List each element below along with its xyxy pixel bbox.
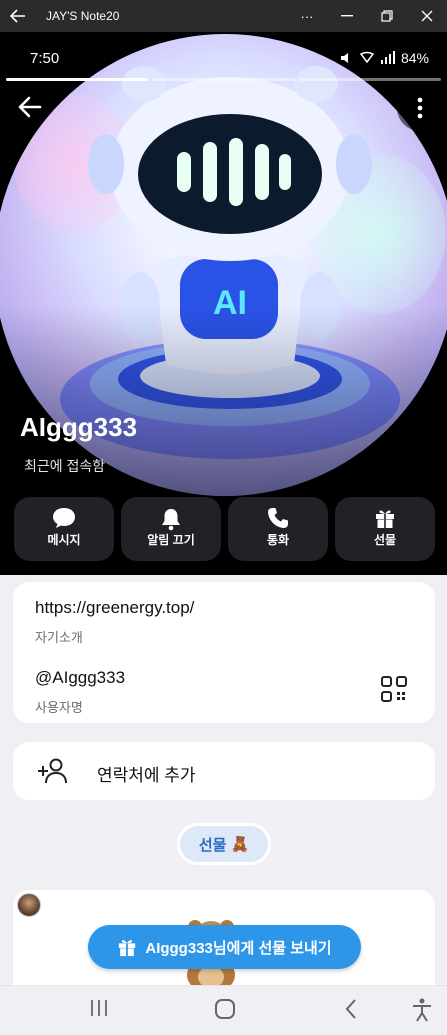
- window-restore-button[interactable]: [367, 0, 407, 32]
- window-minimize-button[interactable]: [327, 0, 367, 32]
- phone-icon: [268, 508, 288, 528]
- phone-status-bar: 7:50 84%: [0, 46, 447, 70]
- window-close-button[interactable]: [407, 0, 447, 32]
- battery-indicator: 84%: [339, 50, 429, 66]
- gift-icon: [119, 940, 136, 957]
- window-title: JAY'S Note20: [46, 9, 120, 23]
- bio-value[interactable]: https://greenergy.top/: [35, 598, 194, 618]
- chat-icon: [53, 508, 75, 528]
- back-arrow-icon: [18, 96, 42, 118]
- send-gift-label: AIggg333님에게 선물 보내기: [145, 939, 332, 957]
- signal-icons: [341, 51, 396, 64]
- gift-button[interactable]: 선물: [335, 497, 435, 561]
- back-arrow-icon: [10, 9, 25, 23]
- call-label: 통화: [266, 533, 290, 547]
- sender-avatar: [17, 893, 41, 917]
- gift-icon: [376, 510, 394, 528]
- teddy-bear-icon: 🧸: [230, 836, 250, 853]
- profile-header: AI 7:50 84% AIggg333 최근에 접속함 메시지 알림 끄기 통…: [0, 32, 447, 575]
- window-back-button[interactable]: [0, 0, 36, 32]
- mute-button[interactable]: 알림 끄기: [121, 497, 221, 561]
- profile-name: AIggg333: [20, 412, 138, 442]
- mute-label: 알림 끄기: [147, 533, 195, 547]
- battery-percent: 84%: [400, 50, 429, 66]
- gifts-section-label: 선물: [198, 836, 227, 854]
- profile-info-card: https://greenergy.top/ 자기소개 @AIggg333 사용…: [13, 582, 435, 723]
- add-contact-button[interactable]: 연락처에 추가: [13, 742, 435, 800]
- gifts-section-tag: 선물 🧸: [177, 823, 271, 865]
- call-button[interactable]: 통화: [228, 497, 328, 561]
- add-contact-label: 연락처에 추가: [97, 766, 196, 785]
- more-options-button[interactable]: [397, 85, 443, 131]
- profile-actions: 메시지 알림 끄기 통화 선물: [0, 497, 447, 561]
- message-label: 메시지: [47, 533, 81, 547]
- back-button[interactable]: [18, 94, 48, 124]
- story-segment: [152, 78, 295, 81]
- android-nav-bar: [0, 985, 447, 1035]
- last-seen-status: 최근에 접속함: [24, 458, 106, 474]
- send-gift-button[interactable]: AIggg333님에게 선물 보내기: [88, 925, 361, 969]
- nav-back-icon[interactable]: [344, 998, 358, 1020]
- restore-icon: [381, 10, 393, 22]
- window-more-button[interactable]: ···: [287, 0, 327, 32]
- story-progress: [6, 78, 441, 81]
- story-segment: [298, 78, 441, 81]
- qr-code-icon[interactable]: [381, 676, 407, 702]
- close-icon: [421, 10, 433, 22]
- recents-icon[interactable]: [88, 998, 110, 1018]
- bell-icon: [162, 509, 180, 531]
- username-value[interactable]: @AIggg333: [35, 668, 125, 688]
- bio-label: 자기소개: [35, 630, 83, 645]
- story-segment: [6, 78, 149, 81]
- window-title-bar: JAY'S Note20 ···: [0, 0, 447, 32]
- status-time: 7:50: [30, 50, 60, 67]
- accessibility-icon[interactable]: [412, 998, 432, 1022]
- add-person-icon: [38, 758, 67, 784]
- more-vertical-icon: [417, 97, 423, 119]
- home-icon[interactable]: [214, 998, 236, 1020]
- minimize-icon: [341, 15, 353, 17]
- message-button[interactable]: 메시지: [14, 497, 114, 561]
- username-label: 사용자명: [35, 700, 83, 715]
- gift-label: 선물: [373, 533, 397, 547]
